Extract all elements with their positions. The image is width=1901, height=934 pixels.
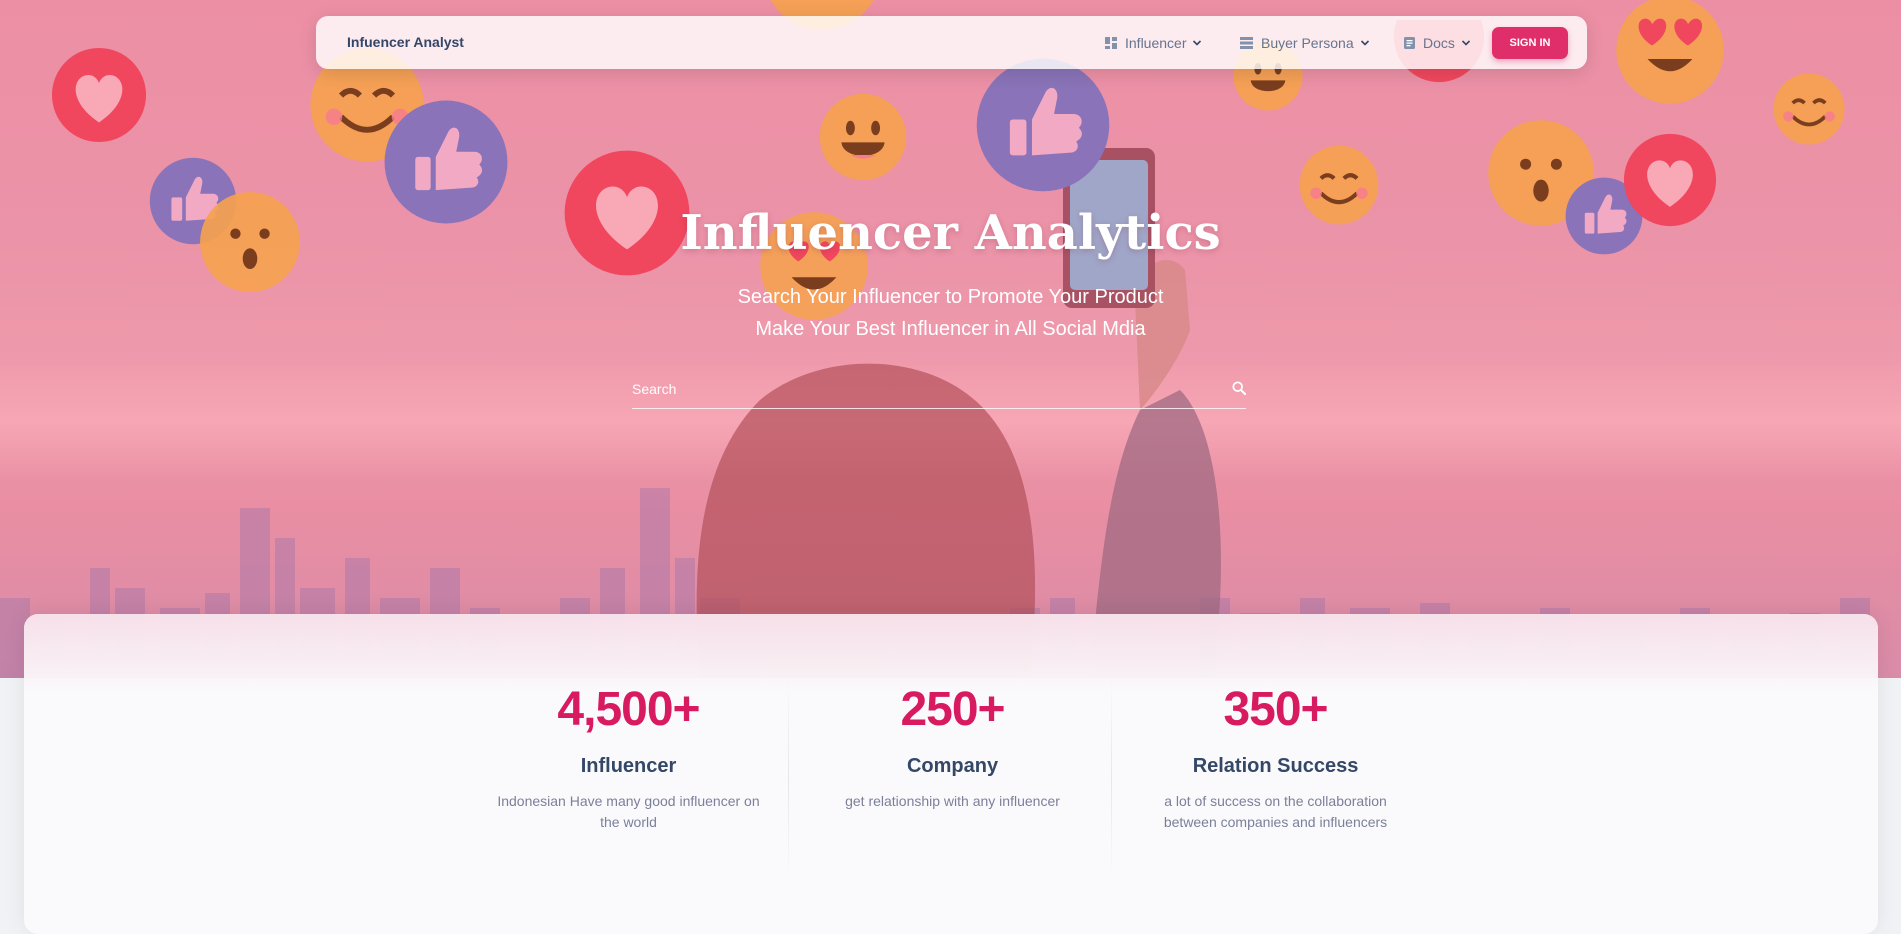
hero-background: Influencer Analytics Search Your Influen… [0,0,1901,678]
sign-in-button[interactable]: SIGN IN [1492,27,1568,59]
hero-title: Influencer Analytics [680,205,1221,261]
dashboard-icon [1105,36,1117,49]
document-icon [1404,36,1415,49]
chevron-down-icon [1192,38,1202,48]
stats-card: 4,500+ Influencer Indonesian Have many g… [24,614,1878,934]
hero-subtitle-line2: Make Your Best Influencer in All Social … [755,318,1146,340]
search-icon[interactable] [1232,381,1247,400]
smile-icon [1772,72,1846,146]
stat-label: Relation Success [1192,755,1359,777]
navbar: Infuencer Analyst Influencer Buyer Perso… [316,16,1587,69]
stat-description: a lot of success on the collaboration be… [1163,793,1388,830]
brand-logo-text[interactable]: Infuencer Analyst [347,16,464,69]
nav-item-label: Buyer Persona [1261,34,1354,51]
list-icon [1240,36,1253,49]
nav-item-docs[interactable]: Docs [1404,16,1471,69]
divider [788,678,789,878]
nav-item-label: Influencer [1125,34,1187,51]
chevron-down-icon [1360,38,1370,48]
stat-value: 250+ [900,683,1005,736]
stat-label: Company [906,755,999,777]
divider [1111,678,1112,878]
heart-eyes-icon [1612,0,1728,106]
nav-item-influencer[interactable]: Influencer [1105,16,1202,69]
stat-description: get relationship with any influencer [845,793,1060,809]
stat-value: 4,500+ [557,683,700,736]
grin-icon [818,92,908,182]
thumbs-up-icon [974,56,1112,194]
hero-subtitle-line1: Search Your Influencer to Promote Your P… [737,286,1164,308]
search-bar [632,374,1247,409]
heart-icon [50,46,148,144]
nav-item-buyer-persona[interactable]: Buyer Persona [1240,16,1370,69]
stat-value: 350+ [1223,683,1328,736]
stat-label: Influencer [580,755,677,777]
chevron-down-icon [1461,38,1471,48]
stat-description: Indonesian Have many good influencer on … [497,793,760,830]
search-input[interactable] [632,374,1212,404]
nav-item-label: Docs [1423,34,1455,51]
